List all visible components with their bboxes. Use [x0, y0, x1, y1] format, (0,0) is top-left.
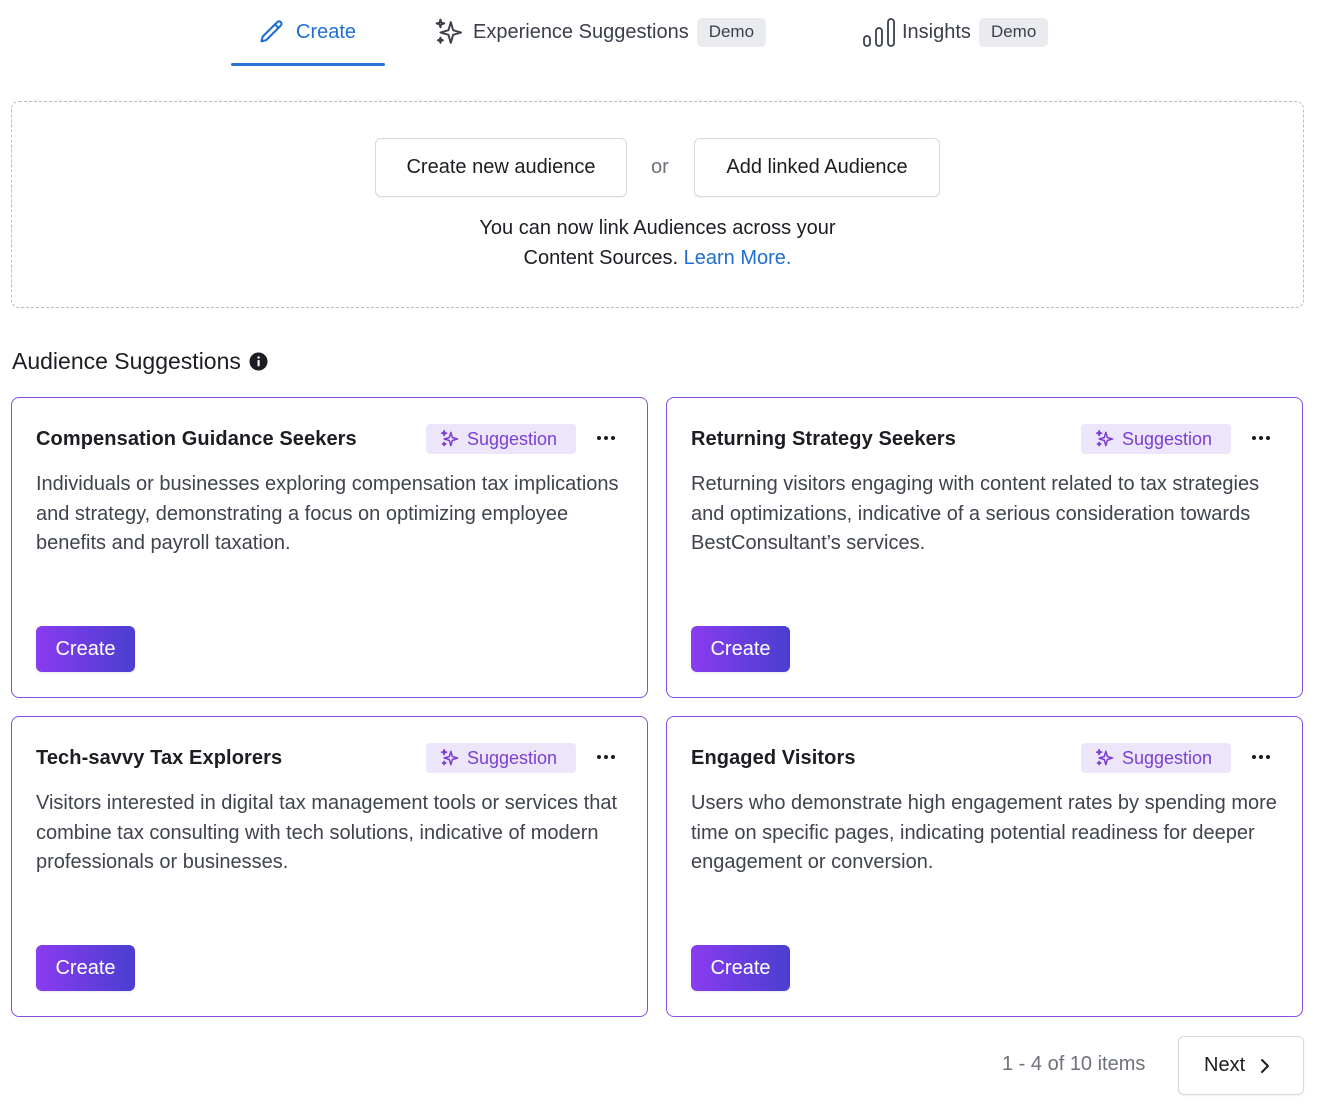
suggestion-card: Compensation Guidance Seekers Suggestion…	[11, 397, 648, 698]
tab-bar: Create Experience Suggestions Demo Insig…	[0, 0, 1320, 68]
suggestion-card: Engaged Visitors Suggestion Users who de…	[666, 716, 1303, 1017]
more-dots-icon[interactable]	[594, 747, 618, 767]
suggestion-badge: Suggestion	[426, 424, 576, 454]
sparkle-icon	[1095, 748, 1114, 766]
create-button[interactable]: Create	[36, 945, 135, 991]
learn-more-link[interactable]: Learn More.	[684, 247, 792, 269]
suggestion-badge: Suggestion	[426, 743, 576, 773]
suggestion-card: Returning Strategy Seekers Suggestion Re…	[666, 397, 1303, 698]
create-audience-panel: Create new audience or Add linked Audien…	[11, 101, 1304, 308]
suggestion-card: Tech-savvy Tax Explorers Suggestion Visi…	[11, 716, 648, 1017]
link-info-text-content: Content Sources.	[523, 247, 679, 269]
suggestion-badge-label: Suggestion	[467, 428, 558, 449]
more-dots-icon[interactable]	[594, 428, 618, 448]
card-title: Engaged Visitors	[691, 747, 856, 769]
suggestion-badge: Suggestion	[1081, 743, 1231, 773]
tab-experience-label: Experience Suggestions	[473, 20, 689, 43]
sparkle-icon	[435, 18, 463, 44]
create-new-audience-button[interactable]: Create new audience	[375, 138, 627, 197]
next-page-button[interactable]: Next	[1178, 1036, 1304, 1095]
card-title: Compensation Guidance Seekers	[36, 428, 357, 450]
card-description: Users who demonstrate high engagement ra…	[691, 792, 1277, 873]
card-description: Individuals or businesses exploring comp…	[36, 473, 619, 554]
link-info-text-line2: Content Sources. Learn More.	[12, 247, 1303, 270]
create-button[interactable]: Create	[36, 626, 135, 672]
card-title: Returning Strategy Seekers	[691, 428, 956, 450]
tab-experience-suggestions[interactable]: Experience Suggestions Demo	[434, 12, 767, 52]
sparkle-icon	[1095, 429, 1114, 447]
suggestion-badge: Suggestion	[1081, 424, 1231, 454]
card-title: Tech-savvy Tax Explorers	[36, 747, 283, 769]
tab-insights-label: Insights	[902, 20, 971, 43]
bar-chart-icon	[863, 18, 895, 47]
demo-badge: Demo	[696, 17, 767, 47]
add-linked-audience-button[interactable]: Add linked Audience	[694, 138, 940, 197]
pencil-icon	[260, 20, 283, 43]
tab-create[interactable]: Create	[258, 12, 356, 52]
tab-create-label: Create	[296, 20, 357, 43]
active-tab-indicator	[231, 63, 385, 66]
demo-badge: Demo	[978, 17, 1049, 47]
pagination-count: 1 - 4 of 10 items	[1002, 1053, 1146, 1075]
suggestion-badge-label: Suggestion	[467, 747, 558, 768]
or-separator: or	[651, 156, 669, 178]
audience-suggestions-header: Audience Suggestions	[12, 348, 268, 375]
card-description: Visitors interested in digital tax manag…	[36, 792, 618, 873]
tab-insights[interactable]: Insights Demo	[862, 12, 1049, 52]
suggestion-badge-label: Suggestion	[1122, 428, 1213, 449]
sparkle-icon	[440, 748, 459, 766]
more-dots-icon[interactable]	[1249, 747, 1273, 767]
link-info-text: You can now link Audiences across your	[479, 217, 836, 239]
create-button[interactable]: Create	[691, 626, 790, 672]
create-button[interactable]: Create	[691, 945, 790, 991]
info-icon[interactable]	[249, 352, 268, 371]
card-description: Returning visitors engaging with content…	[691, 473, 1260, 554]
section-title: Audience Suggestions	[12, 348, 241, 374]
sparkle-icon	[440, 429, 459, 447]
chevron-right-icon	[1261, 1058, 1270, 1073]
suggestion-badge-label: Suggestion	[1122, 747, 1213, 768]
next-label: Next	[1204, 1054, 1246, 1076]
more-dots-icon[interactable]	[1249, 428, 1273, 448]
